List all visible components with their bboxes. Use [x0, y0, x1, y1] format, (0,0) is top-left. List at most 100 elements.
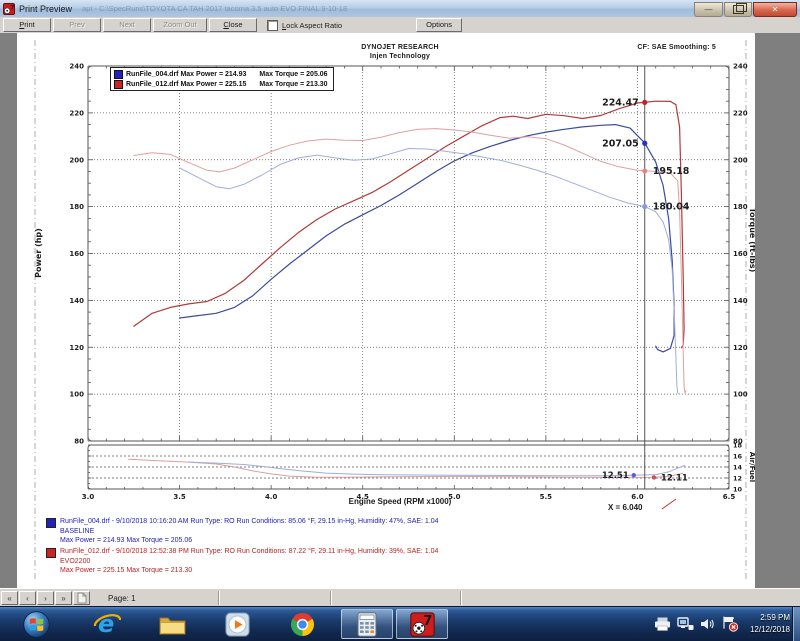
torque-tick-label: 160	[733, 250, 748, 258]
clock-date: 12/12/2018	[750, 624, 790, 636]
zoom-out-button[interactable]: Zoom Out	[153, 18, 207, 32]
rpm-tick-label: 3.0	[82, 493, 95, 501]
power-tick-label: 200	[69, 156, 84, 164]
options-button[interactable]: Options	[416, 18, 462, 32]
legend-row-baseline: RunFile_004.drf Max Power = 214.93 Max T…	[114, 69, 328, 79]
af-marker-dot	[652, 475, 656, 479]
title-bar: 7 Print Preview apt - C:\SpecRuns\TOYOTA…	[0, 0, 800, 18]
dyno-app-icon: 7	[410, 612, 435, 637]
cursor-leader-line	[662, 499, 676, 509]
marker-dot	[642, 100, 647, 105]
print-button[interactable]: Print	[3, 18, 51, 32]
taskbar-dyno-app[interactable]: 7	[396, 609, 448, 639]
show-desktop-button[interactable]	[792, 607, 800, 641]
restore-icon	[733, 5, 744, 14]
volume-icon[interactable]	[700, 617, 715, 631]
last-page-button[interactable]: »	[55, 591, 72, 605]
restore-button[interactable]	[724, 2, 752, 17]
legend-label: RunFile_004.drf Max Power = 214.93	[126, 71, 246, 78]
marker-value-label: 180.04	[653, 202, 690, 213]
marker-dot	[642, 141, 647, 146]
run-info-baseline: RunFile_004.drf - 9/10/2018 10:16:20 AM …	[46, 517, 439, 546]
taskbar: e	[0, 606, 800, 641]
system-tray	[654, 609, 739, 639]
marker-dot	[642, 168, 647, 173]
chart-legend: RunFile_004.drf Max Power = 214.93 Max T…	[110, 67, 334, 91]
af-marker-dot	[632, 473, 636, 477]
power-tick-label: 120	[69, 344, 84, 352]
torque-tick-label: 200	[733, 156, 748, 164]
statusbar-divider	[330, 591, 332, 605]
x-axis-title: Engine Speed (RPM x1000)	[300, 497, 500, 506]
statusbar-divider	[460, 591, 462, 605]
run-maxima: Max Power = 225.15 Max Torque = 213.30	[60, 566, 438, 576]
taskbar-calculator[interactable]	[341, 609, 393, 639]
rpm-tick-label: 3.5	[173, 493, 186, 501]
run-name: EVO2200	[60, 557, 438, 567]
clock-time: 2:59 PM	[750, 612, 790, 624]
next-page-button[interactable]: ›	[37, 591, 54, 605]
action-center-icon[interactable]	[721, 616, 739, 632]
print-page: DYNOJET RESEARCH Injen Technology CF: SA…	[17, 33, 755, 588]
legend-row-evo2200: RunFile_012.drf Max Power = 225.15 Max T…	[114, 79, 328, 89]
torque-tick-label: 100	[733, 391, 748, 399]
statusbar-divider	[218, 591, 220, 605]
preview-workspace: DYNOJET RESEARCH Injen Technology CF: SA…	[0, 33, 800, 588]
af-marker-value-label: 12.51	[602, 471, 629, 481]
prev-page-button[interactable]: ‹	[19, 591, 36, 605]
page-indicator: Page: 1	[108, 594, 136, 603]
marker-value-label: 224.47	[602, 98, 639, 109]
folder-icon	[159, 614, 186, 635]
af-tick-label: 16	[733, 453, 743, 461]
taskbar-clock[interactable]: 2:59 PM 12/12/2018	[750, 612, 790, 636]
lock-aspect-label: Lock Aspect Ratio	[282, 21, 342, 30]
run-name: BASELINE	[60, 527, 439, 537]
app-icon: 7	[3, 3, 15, 15]
calculator-icon	[357, 612, 377, 637]
lock-aspect-checkbox[interactable]	[267, 20, 278, 31]
power-tick-label: 180	[69, 203, 84, 211]
torque-tick-label: 180	[733, 203, 748, 211]
run-maxima: Max Power = 214.93 Max Torque = 205.06	[60, 536, 439, 546]
close-preview-button[interactable]: Close	[209, 18, 257, 32]
cursor-position-label: X = 6.040	[608, 503, 642, 512]
torque-tick-label: 240	[733, 63, 748, 71]
legend-torque: Max Torque = 213.30	[259, 81, 327, 88]
taskbar-media-player[interactable]	[211, 609, 263, 639]
prev-button[interactable]: Prev	[53, 18, 101, 32]
torque-evo2200-curve	[134, 129, 686, 393]
run-swatch-red	[46, 548, 56, 558]
marker-dot	[642, 204, 647, 209]
marker-value-label: 207.05	[602, 138, 639, 149]
legend-swatch-red	[114, 80, 123, 89]
af-tick-label: 14	[733, 464, 743, 472]
window-title-ghost: apt - C:\SpecRuns\TOYOTA CA TAH 2017 tac…	[82, 4, 347, 13]
print-preview-toolbar: Print Prev Next Zoom Out Close Lock Aspe…	[0, 17, 800, 34]
power-tick-label: 80	[74, 438, 84, 446]
run-info-evo2200: RunFile_012.drf - 9/10/2018 12:52:38 PM …	[46, 547, 438, 576]
torque-tick-label: 220	[733, 109, 748, 117]
close-button[interactable]: ✕	[753, 2, 797, 17]
af-axis-title: Air/Fuel	[748, 452, 755, 482]
next-button[interactable]: Next	[103, 18, 151, 32]
power-tick-label: 160	[69, 250, 84, 258]
start-button[interactable]	[16, 609, 56, 639]
run-conditions: RunFile_004.drf - 9/10/2018 10:16:20 AM …	[60, 517, 439, 527]
power-tick-label: 220	[69, 109, 84, 117]
taskbar-chrome[interactable]	[276, 609, 328, 639]
printer-icon[interactable]	[654, 617, 671, 631]
media-player-icon	[225, 612, 250, 637]
status-bar: « ‹ › » Page: 1	[0, 588, 800, 607]
taskbar-internet-explorer[interactable]: e	[81, 609, 133, 639]
minimize-button[interactable]: —	[694, 2, 723, 17]
first-page-button[interactable]: «	[1, 591, 18, 605]
network-icon[interactable]	[677, 617, 694, 631]
taskbar-windows-explorer[interactable]	[146, 609, 198, 639]
svg-text:7: 7	[10, 3, 15, 11]
rpm-tick-label: 6.0	[631, 493, 644, 501]
torque-axis-title: Torque (ft-lbs)	[748, 208, 755, 273]
legend-torque: Max Torque = 205.06	[259, 71, 327, 78]
torque-tick-label: 140	[733, 297, 748, 305]
power-tick-label: 100	[69, 391, 84, 399]
page-setup-button[interactable]	[73, 591, 90, 605]
